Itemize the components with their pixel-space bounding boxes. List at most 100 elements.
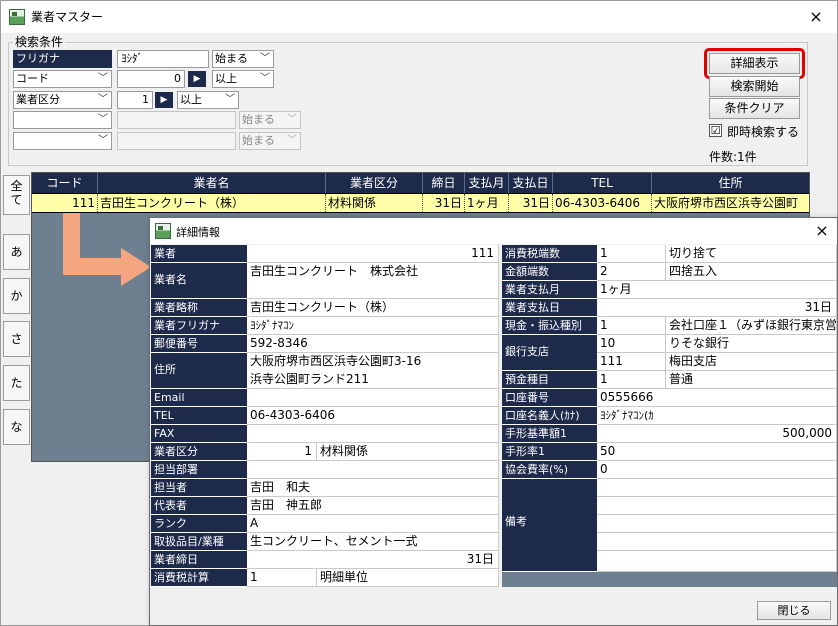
row-bill-base: 手形基準額1 500,000	[502, 425, 837, 443]
row-deposit-type: 預金種目 1 普通	[502, 371, 837, 389]
label: 代表者	[151, 497, 247, 515]
label: 業者締日	[151, 551, 247, 569]
column-header[interactable]: 締日	[423, 173, 465, 193]
label: 備考	[502, 479, 597, 572]
row-closing: 業者締日 31日	[151, 551, 499, 569]
criteria-value-input-2[interactable]: 0	[117, 70, 185, 88]
label: 手形率1	[502, 443, 597, 461]
row-fax: FAX	[151, 425, 499, 443]
value: 50	[597, 443, 837, 461]
label: 協会費率(%)	[502, 461, 597, 479]
chevron-down-icon: ﹀	[287, 135, 297, 146]
notes-line[interactable]	[597, 497, 837, 515]
next-arrow-icon[interactable]: ▶	[188, 71, 206, 87]
tab-sa[interactable]: さ	[3, 321, 30, 357]
criteria-field-select-5[interactable]: ﹀	[13, 132, 112, 150]
detail-title-bar: 詳細情報 ×	[150, 218, 837, 244]
column-header[interactable]: 支払月	[465, 173, 509, 193]
value: A	[247, 515, 499, 533]
value-name: 四捨五入	[666, 263, 837, 281]
criteria-value-input-1[interactable]: ﾖｼﾀﾞ	[117, 50, 209, 68]
column-header[interactable]: 支払日	[509, 173, 553, 193]
row-dept: 担当部署	[151, 461, 499, 479]
label: 現金・振込種別	[502, 317, 597, 335]
criteria-field-select-3[interactable]: 業者区分 ﹀	[13, 91, 112, 109]
criteria-op-select-3[interactable]: 以上 ﹀	[177, 91, 239, 109]
notes-line[interactable]	[597, 533, 837, 551]
label: FAX	[151, 425, 247, 443]
row-transfer-type: 現金・振込種別 1 会社口座１（みずほ銀行東京営	[502, 317, 837, 335]
label: Email	[151, 389, 247, 407]
value-name: 材料関係	[317, 443, 499, 461]
chevron-down-icon: ﹀	[225, 94, 235, 105]
notes-line[interactable]	[597, 479, 837, 497]
annotation-arrow-shaft	[63, 258, 123, 275]
row-products: 取扱品目/業種 生コンクリート、セメント一式	[151, 533, 499, 551]
value: 0	[597, 461, 837, 479]
row-category: 業者区分 1 材料関係	[151, 443, 499, 461]
close-icon[interactable]: ×	[813, 223, 831, 239]
value: 吉田生コンクリート（株）	[247, 299, 499, 317]
row-bill-rate: 手形率1 50	[502, 443, 837, 461]
column-header[interactable]: 住所	[652, 173, 809, 193]
tab-ta[interactable]: た	[3, 365, 30, 401]
value: 吉田 和夫	[247, 479, 499, 497]
tab-na[interactable]: な	[3, 409, 30, 445]
criteria-op-select-1[interactable]: 始まる ﹀	[212, 50, 274, 68]
next-arrow-icon[interactable]: ▶	[155, 92, 173, 108]
label: 預金種目	[502, 371, 597, 389]
close-button[interactable]: 閉じる	[757, 601, 831, 620]
close-icon[interactable]: ×	[807, 9, 825, 25]
row-bank: 銀行支店 10 りそな銀行 111 梅田支店	[502, 335, 837, 371]
row-pay-day: 業者支払日 31日	[502, 299, 837, 317]
label: 担当者	[151, 479, 247, 497]
criteria-field-select-4[interactable]: ﹀	[13, 111, 112, 129]
criteria-value-input-4[interactable]	[117, 111, 236, 129]
chevron-down-icon: ﹀	[98, 114, 108, 125]
row-notes: 備考	[502, 479, 837, 572]
value: 06-4303-6406	[247, 407, 499, 425]
notes-line[interactable]	[597, 551, 837, 572]
label: 住所	[151, 353, 247, 389]
branch-name: 梅田支店	[666, 353, 837, 371]
label: 消費税計算	[151, 569, 247, 587]
row-account-holder: 口座名義人(ｶﾅ) ﾖｼﾀﾞﾅﾏｺﾝ(ｶ	[502, 407, 837, 425]
column-header[interactable]: コード	[32, 173, 98, 193]
value-name: 切り捨て	[666, 245, 837, 263]
value-line1: 大阪府堺市西区浜寺公園町3-16	[247, 353, 499, 371]
criteria-value-input-3[interactable]: 1	[117, 91, 153, 109]
column-header[interactable]: TEL	[553, 173, 652, 193]
chevron-down-icon: ﹀	[260, 53, 270, 64]
table-row[interactable]: 111 吉田生コンクリート（株） 材料関係 31日 1ヶ月 31日 06-430…	[32, 193, 809, 213]
instant-search-checkbox[interactable]: ☑	[709, 124, 722, 137]
label: 消費税端数	[502, 245, 597, 263]
criteria-field-select-1[interactable]: フリガナ	[13, 50, 112, 68]
label: TEL	[151, 407, 247, 425]
criteria-op-select-4[interactable]: 始まる ﹀	[239, 111, 301, 129]
value-code: 1	[247, 443, 317, 461]
bank-code: 10	[597, 335, 666, 353]
notes-line[interactable]	[597, 515, 837, 533]
label: 業者	[151, 245, 247, 263]
row-assoc-rate: 協会費率(%) 0	[502, 461, 837, 479]
criteria-op-label-2: 以上	[215, 72, 237, 85]
row-tax-calc: 消費税計算 1 明細単位	[151, 569, 499, 587]
detail-title: 詳細情報	[176, 226, 220, 239]
column-header[interactable]: 業者名	[98, 173, 326, 193]
criteria-op-select-2[interactable]: 以上 ﹀	[212, 70, 274, 88]
column-header[interactable]: 業者区分	[326, 173, 423, 193]
criteria-field-select-2[interactable]: コード ﹀	[13, 70, 112, 88]
instant-search-label: 即時検索する	[727, 125, 800, 139]
detail-filler	[502, 572, 837, 587]
chevron-down-icon: ﹀	[98, 73, 108, 84]
criteria-value-input-5[interactable]	[117, 132, 236, 150]
criteria-op-select-5[interactable]: 始まる ﹀	[239, 132, 301, 150]
search-start-button[interactable]: 検索開始	[709, 76, 800, 97]
cell-category: 材料関係	[326, 194, 423, 212]
tab-a[interactable]: あ	[3, 234, 30, 270]
clear-criteria-button[interactable]: 条件クリア	[709, 98, 800, 119]
tab-all[interactable]: 全て	[3, 175, 30, 215]
tab-ka[interactable]: か	[3, 278, 30, 314]
criteria-field-label-2: コード	[16, 72, 49, 85]
row-address: 住所 大阪府堺市西区浜寺公園町3-16 浜寺公園町ランド211	[151, 353, 499, 389]
